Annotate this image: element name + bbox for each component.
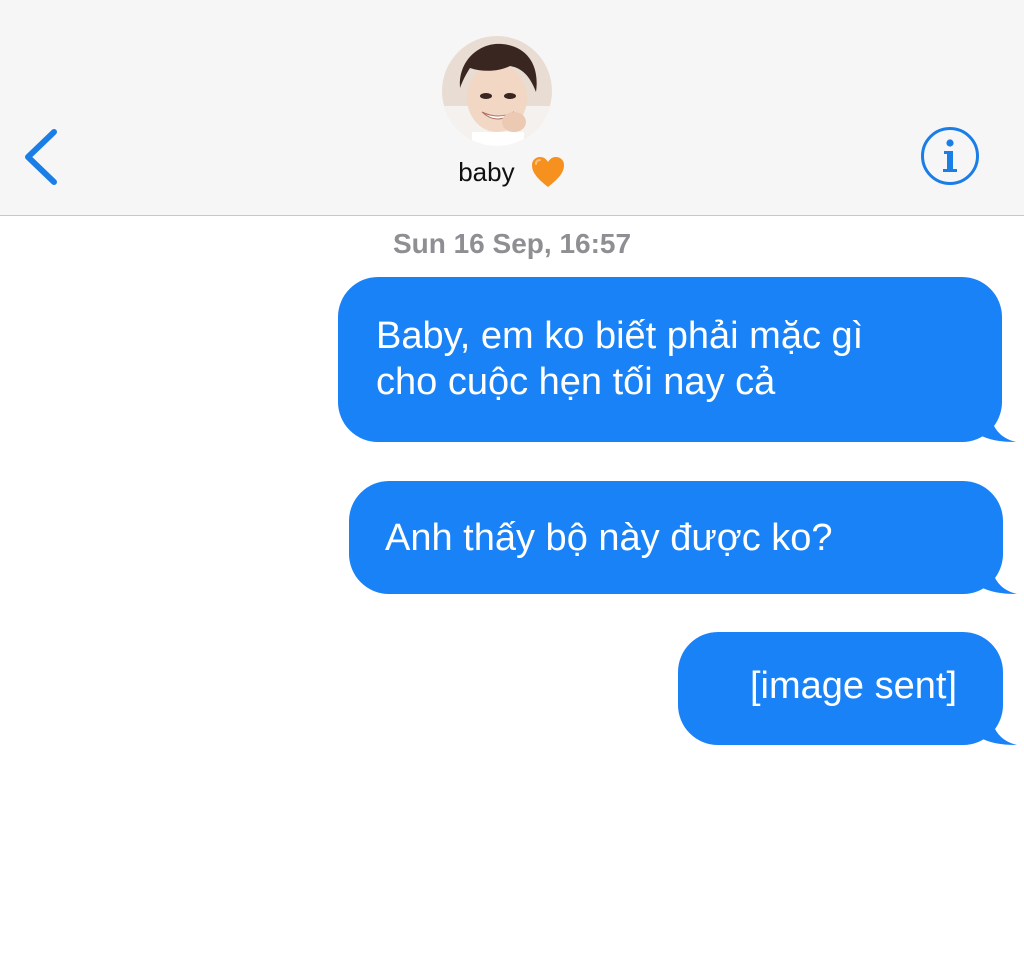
message-text: [image sent] [750,665,957,707]
avatar-photo [442,36,552,146]
contact-name: baby [458,157,515,188]
sent-message-bubble[interactable]: Baby, em ko biết phải mặc gì cho cuộc hẹ… [338,277,1016,442]
bubble-tail [977,564,1017,594]
orange-heart-icon [531,157,564,188]
timestamp-time: 16:57 [559,228,632,259]
contact-name-row[interactable]: baby [0,148,1024,194]
message-text: Anh thấy bộ này được ko? [385,517,833,559]
timestamp-day: Sun 16 Sep, [392,228,552,259]
info-button[interactable] [920,126,980,186]
sent-message-bubble[interactable]: [image sent] [678,632,1017,745]
bubble-tail [977,715,1017,745]
message-text: Baby, em ko biết phải mặc gì cho cuộc hẹ… [376,315,864,403]
sent-message-bubble[interactable]: Anh thấy bộ này được ko? [349,481,1017,594]
bubble-tail [976,412,1016,442]
conversation-header: baby [0,0,1024,216]
contact-avatar[interactable] [442,36,552,146]
message-timestamp: Sun 16 Sep, 16:57 [0,228,1024,260]
info-icon [921,127,979,185]
